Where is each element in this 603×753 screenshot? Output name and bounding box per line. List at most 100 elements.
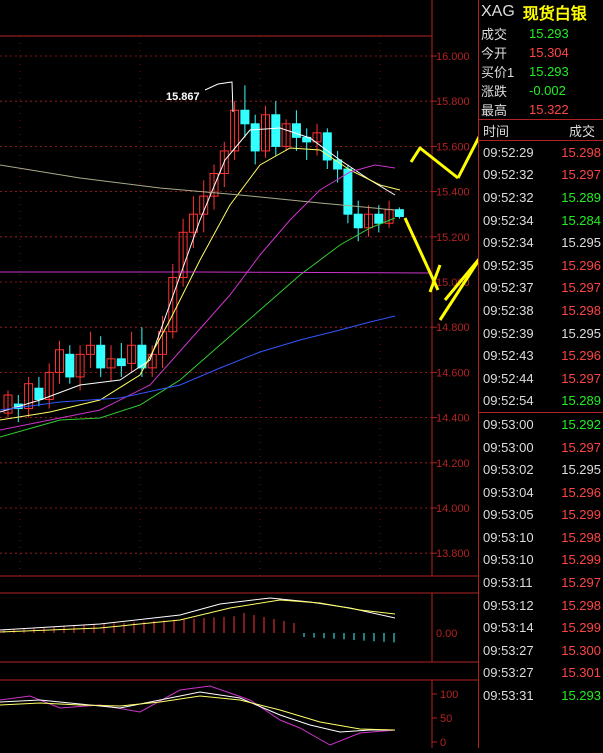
quote-value: 15.293	[529, 64, 569, 79]
candle-body	[116, 358, 126, 367]
tick-row[interactable]: 09:52:29 15.298	[479, 141, 603, 164]
macd-dea-line	[0, 599, 396, 633]
tick-price: 15.301	[561, 665, 601, 681]
tick-row[interactable]: 09:53:02 15.295	[479, 458, 603, 481]
tick-time: 09:53:12	[483, 597, 534, 613]
tick-time: 09:53:05	[483, 507, 534, 523]
candle-body	[353, 213, 363, 229]
tick-price: 15.292	[561, 416, 601, 432]
tick-price: 15.297	[561, 575, 601, 591]
candle-body	[322, 132, 332, 161]
quote-label: 今开	[481, 46, 508, 61]
tick-price: 15.300	[561, 642, 601, 658]
ticks-header-price: 成交	[568, 123, 595, 139]
tick-row[interactable]: 09:52:54 15.289	[479, 390, 603, 413]
kdj-axis-label: 0	[440, 737, 446, 748]
quote-value: 15.322	[529, 102, 569, 117]
tick-row[interactable]: 09:52:43 15.296	[479, 344, 603, 367]
symbol-header: XAG 现货白银	[479, 0, 603, 24]
candle-body	[137, 344, 147, 369]
annotation-arrow	[403, 217, 440, 291]
quote-row: 买价1 15.293	[479, 62, 603, 81]
tick-price: 15.289	[561, 393, 601, 409]
tick-row[interactable]: 09:53:10 15.298	[479, 526, 603, 549]
candle-body	[271, 114, 281, 147]
tick-row[interactable]: 09:52:34 15.295	[479, 231, 603, 254]
tick-time: 09:53:00	[483, 416, 534, 432]
tick-price: 15.297	[561, 167, 601, 183]
tick-row[interactable]: 09:53:11 15.297	[479, 571, 603, 594]
tick-list[interactable]: 09:52:29 15.298 09:52:32 15.297 09:52:32 15.2…	[479, 141, 603, 707]
tick-time: 09:52:43	[483, 348, 534, 364]
tick-row[interactable]: 09:53:04 15.296	[479, 481, 603, 504]
candle-body	[394, 209, 404, 217]
tick-time: 09:53:10	[483, 529, 534, 545]
macd-dif-line	[0, 597, 396, 631]
tick-price: 15.298	[561, 302, 601, 318]
tick-price: 15.299	[561, 552, 601, 568]
tick-row[interactable]: 09:53:12 15.298	[479, 594, 603, 617]
ma-flat-line	[0, 271, 431, 274]
price-axis-label: 14.400	[436, 413, 470, 425]
quote-label: 涨跌	[481, 84, 508, 99]
tick-price: 15.289	[561, 189, 601, 205]
tick-row[interactable]: 09:53:05 15.299	[479, 504, 603, 527]
tick-row[interactable]: 09:53:27 15.301	[479, 662, 603, 685]
tick-row[interactable]: 09:53:00 15.297	[479, 436, 603, 459]
tick-time: 09:52:32	[483, 167, 534, 183]
annotation-arrow	[438, 134, 562, 321]
price-axis-label: 14.800	[436, 322, 470, 334]
tick-row[interactable]: 09:52:37 15.297	[479, 277, 603, 300]
candle-body	[374, 213, 384, 224]
tick-row[interactable]: 09:52:35 15.296	[479, 254, 603, 277]
tick-time: 09:52:44	[483, 370, 534, 386]
tick-time: 09:52:37	[483, 280, 534, 296]
quote-label: 买价1	[481, 65, 515, 80]
quote-label: 成交	[481, 27, 508, 42]
quote-row: 最高 15.322	[479, 100, 603, 119]
quote-row: 成交 15.293	[479, 24, 603, 43]
tick-row[interactable]: 09:52:39 15.295	[479, 322, 603, 345]
tick-price: 15.295	[561, 235, 601, 251]
tick-row[interactable]: 09:53:10 15.299	[479, 549, 603, 572]
candlestick-chart-area[interactable]: 16.000 15.800 15.600 15.400 15.200 15.000 14.8…	[0, 0, 601, 749]
tick-row[interactable]: 09:52:32 15.297	[479, 164, 603, 187]
price-axis-label: 14.600	[436, 367, 470, 379]
tick-time: 09:52:34	[483, 212, 534, 228]
tick-price: 15.284	[561, 212, 601, 228]
tick-time: 09:52:29	[483, 144, 534, 160]
candle-body	[291, 123, 301, 138]
tick-row[interactable]: 09:52:34 15.284	[479, 209, 603, 232]
tick-row[interactable]: 09:52:38 15.298	[479, 299, 603, 322]
price-axis-label: 15.200	[436, 232, 470, 244]
quote-summary: 成交 15.293 今开 15.304 买价1 15.293 涨跌 -0.002 最高 15.32…	[479, 24, 603, 119]
ticks-header: 时间 成交	[479, 120, 603, 140]
candle-body	[250, 123, 260, 152]
candle-body	[96, 344, 106, 369]
quote-row: 涨跌 -0.002	[479, 81, 603, 100]
tick-price: 15.298	[561, 529, 601, 545]
tick-price: 15.297	[561, 439, 601, 455]
price-axis-label: 15.800	[436, 96, 470, 108]
tick-row[interactable]: 09:53:27 15.300	[479, 639, 603, 662]
high-price-label: 15.867	[166, 91, 200, 103]
tick-price: 15.298	[561, 597, 601, 613]
tick-time: 09:52:34	[483, 235, 534, 251]
tick-row[interactable]: 09:53:00 15.292	[479, 413, 603, 436]
tick-price: 15.298	[561, 144, 601, 160]
candle-body	[34, 387, 44, 401]
price-axis-label: 14.000	[436, 503, 470, 515]
tick-row[interactable]: 09:52:44 15.297	[479, 367, 603, 390]
tick-row[interactable]: 09:53:14 15.299	[479, 616, 603, 639]
tick-time: 09:53:10	[483, 552, 534, 568]
tick-price: 15.296	[561, 484, 601, 500]
price-axis-label: 16.000	[436, 51, 470, 63]
tick-time: 09:53:02	[483, 462, 534, 478]
tick-time: 09:52:54	[483, 393, 534, 409]
tick-row[interactable]: 09:53:31 15.293	[479, 684, 603, 707]
tick-time: 09:52:35	[483, 257, 534, 273]
price-axis-label: 15.400	[436, 187, 470, 199]
symbol-name: 现货白银	[522, 6, 587, 23]
tick-row[interactable]: 09:52:32 15.289	[479, 186, 603, 209]
candle-body	[240, 109, 250, 125]
